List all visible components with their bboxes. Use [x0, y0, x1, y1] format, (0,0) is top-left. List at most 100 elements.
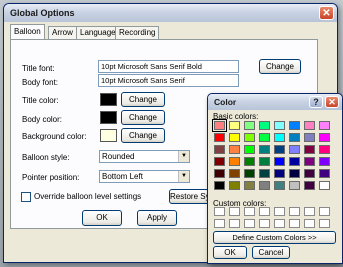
basic-color-swatch[interactable]: [259, 169, 270, 178]
basic-color-swatch[interactable]: [304, 157, 315, 166]
basic-color-swatch[interactable]: [259, 157, 270, 166]
balloon-style-label: Balloon style:: [22, 153, 70, 162]
balloon-style-dropdown[interactable]: Rounded ▼: [99, 150, 190, 163]
color-cancel-button[interactable]: Cancel: [252, 246, 290, 259]
pointer-position-value: Bottom Left: [102, 172, 143, 181]
title-color-swatch: [100, 93, 117, 106]
body-font-field[interactable]: 10pt Microsoft Sans Serif: [98, 74, 239, 87]
custom-color-swatch[interactable]: [244, 219, 255, 228]
basic-color-swatch[interactable]: [319, 133, 330, 142]
basic-color-swatch[interactable]: [244, 157, 255, 166]
tab-recording[interactable]: Recording: [115, 26, 160, 39]
title-font-field[interactable]: 10pt Microsoft Sans Serif Bold: [98, 60, 239, 73]
custom-color-swatch[interactable]: [304, 219, 315, 228]
custom-color-swatch[interactable]: [274, 207, 285, 216]
basic-color-swatch[interactable]: [319, 121, 330, 130]
basic-color-swatch[interactable]: [289, 145, 300, 154]
apply-button[interactable]: Apply: [137, 210, 177, 226]
basic-color-swatch[interactable]: [319, 181, 330, 190]
close-icon: ✕: [328, 97, 336, 107]
custom-color-swatch[interactable]: [229, 219, 240, 228]
color-dialog-title: Color: [214, 97, 237, 107]
basic-color-swatch[interactable]: [229, 145, 240, 154]
close-icon: ✕: [322, 8, 331, 19]
custom-color-swatch[interactable]: [229, 207, 240, 216]
dropdown-arrow-icon: ▼: [178, 171, 189, 182]
basic-color-swatch[interactable]: [214, 145, 225, 154]
override-label: Override balloon level settings: [34, 192, 142, 201]
custom-color-swatch[interactable]: [319, 207, 330, 216]
basic-color-swatch[interactable]: [229, 181, 240, 190]
body-color-swatch: [100, 111, 117, 124]
basic-color-swatch[interactable]: [244, 181, 255, 190]
basic-color-swatch[interactable]: [319, 169, 330, 178]
basic-color-swatch[interactable]: [244, 145, 255, 154]
basic-color-swatch[interactable]: [244, 169, 255, 178]
basic-color-swatch[interactable]: [214, 169, 225, 178]
body-color-change-button[interactable]: Change: [121, 110, 165, 125]
custom-color-swatch[interactable]: [289, 219, 300, 228]
help-button[interactable]: ?: [309, 96, 323, 108]
basic-color-swatch[interactable]: [214, 133, 225, 142]
basic-color-swatch[interactable]: [212, 119, 227, 132]
basic-color-swatch[interactable]: [319, 145, 330, 154]
custom-color-swatch[interactable]: [214, 219, 225, 228]
basic-color-swatch[interactable]: [319, 157, 330, 166]
basic-color-swatch[interactable]: [289, 133, 300, 142]
override-checkbox[interactable]: [21, 192, 31, 202]
basic-color-swatch[interactable]: [289, 181, 300, 190]
define-custom-colors-button[interactable]: Define Custom Colors >>: [213, 231, 336, 244]
ok-button[interactable]: OK: [82, 210, 122, 226]
tab-language[interactable]: Language: [76, 26, 120, 39]
basic-color-swatch[interactable]: [304, 169, 315, 178]
basic-color-swatch[interactable]: [229, 133, 240, 142]
basic-color-swatch[interactable]: [304, 121, 315, 130]
basic-color-swatch[interactable]: [259, 121, 270, 130]
basic-color-swatch[interactable]: [289, 157, 300, 166]
body-color-label: Body color:: [22, 115, 63, 124]
basic-color-swatch[interactable]: [214, 181, 225, 190]
basic-color-swatch[interactable]: [304, 133, 315, 142]
basic-color-swatch[interactable]: [274, 121, 285, 130]
basic-color-swatch[interactable]: [259, 181, 270, 190]
color-ok-button[interactable]: OK: [213, 246, 247, 259]
custom-color-swatch[interactable]: [274, 219, 285, 228]
title-color-change-button[interactable]: Change: [121, 92, 165, 107]
color-dialog: Color ? ✕ Basic colors: Custom colors: D…: [207, 93, 343, 264]
close-button[interactable]: ✕: [319, 6, 334, 20]
basic-color-swatch[interactable]: [274, 169, 285, 178]
basic-color-swatch[interactable]: [274, 145, 285, 154]
basic-color-swatch[interactable]: [274, 133, 285, 142]
basic-color-swatch[interactable]: [229, 169, 240, 178]
custom-color-swatch[interactable]: [214, 207, 225, 216]
basic-color-swatch[interactable]: [244, 133, 255, 142]
basic-color-swatch[interactable]: [304, 145, 315, 154]
body-font-label: Body font:: [22, 78, 59, 87]
color-dialog-close-button[interactable]: ✕: [325, 96, 339, 108]
tab-balloon[interactable]: Balloon: [10, 24, 45, 39]
basic-color-swatch[interactable]: [274, 181, 285, 190]
basic-color-swatch[interactable]: [214, 157, 225, 166]
basic-color-swatch[interactable]: [229, 157, 240, 166]
window-title: Global Options: [10, 8, 75, 18]
basic-color-swatch[interactable]: [259, 145, 270, 154]
custom-color-swatch[interactable]: [289, 207, 300, 216]
background-color-label: Background color:: [22, 132, 87, 141]
basic-color-swatch[interactable]: [259, 133, 270, 142]
title-font-label: Title font:: [22, 64, 55, 73]
basic-color-swatch[interactable]: [229, 121, 240, 130]
basic-color-swatch[interactable]: [244, 121, 255, 130]
custom-color-swatch[interactable]: [259, 219, 270, 228]
title-font-change-button[interactable]: Change: [259, 59, 301, 74]
custom-color-swatch[interactable]: [259, 207, 270, 216]
basic-color-swatch[interactable]: [274, 157, 285, 166]
tab-arrow[interactable]: Arrow: [48, 26, 77, 39]
pointer-position-dropdown[interactable]: Bottom Left ▼: [99, 170, 190, 183]
custom-color-swatch[interactable]: [304, 207, 315, 216]
custom-color-swatch[interactable]: [244, 207, 255, 216]
custom-color-swatch[interactable]: [319, 219, 330, 228]
basic-color-swatch[interactable]: [304, 181, 315, 190]
background-color-change-button[interactable]: Change: [121, 128, 165, 143]
basic-color-swatch[interactable]: [289, 121, 300, 130]
basic-color-swatch[interactable]: [289, 169, 300, 178]
